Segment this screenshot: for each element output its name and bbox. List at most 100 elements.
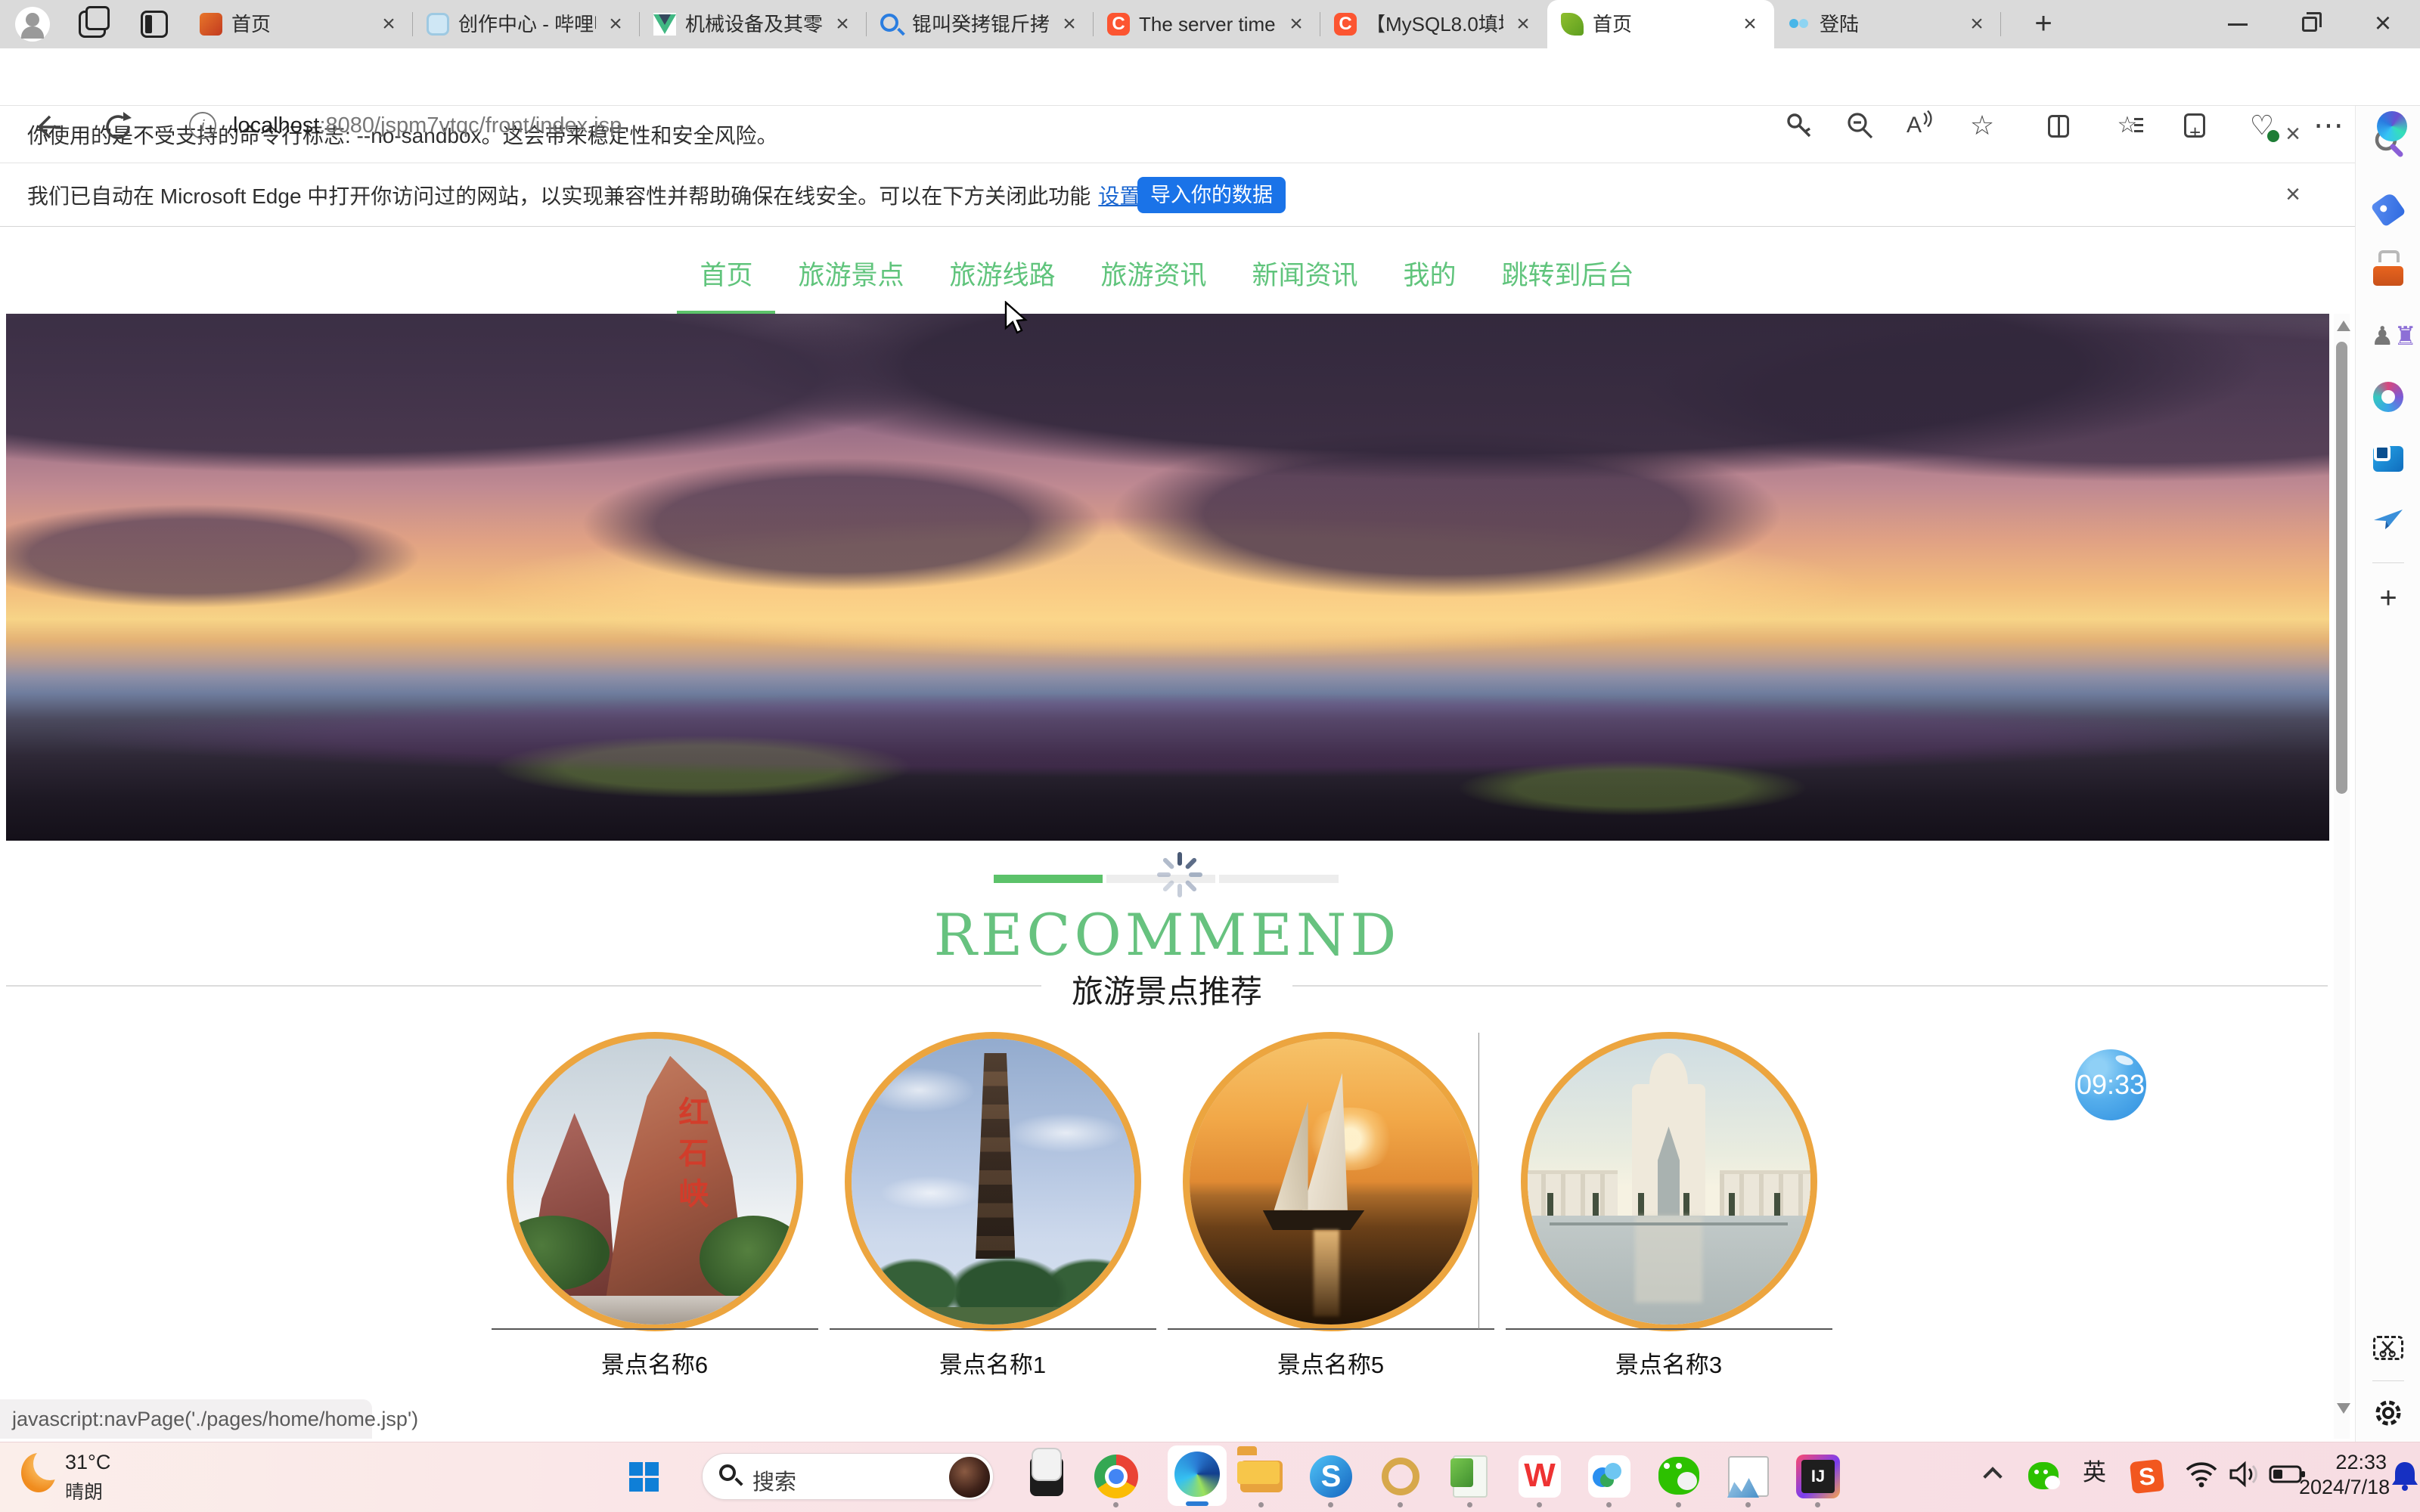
wifi-icon[interactable] (2184, 1459, 2219, 1493)
settings-link[interactable]: 设置 (1098, 184, 1140, 208)
taskbar-app-file-explorer[interactable] (1237, 1452, 1286, 1501)
tray-wechat-icon[interactable] (2028, 1462, 2059, 1489)
tray-clock[interactable]: 22:33 2024/7/18 (2299, 1450, 2387, 1500)
scrollbar-thumb[interactable] (2336, 342, 2347, 794)
spot-photo-palace[interactable] (1521, 1032, 1817, 1331)
tab-close-icon[interactable]: × (375, 11, 402, 38)
ime-indicator[interactable]: 英 (2083, 1456, 2106, 1489)
more-menu-icon[interactable]: ⋯ (2311, 109, 2346, 144)
copilot-icon[interactable] (2375, 109, 2409, 144)
profile-avatar[interactable] (15, 7, 50, 42)
taskbar-app-s-browser[interactable]: S (1307, 1452, 1355, 1501)
minimize-button[interactable] (2202, 0, 2273, 48)
weather-condition[interactable]: 晴朗 (65, 1477, 103, 1504)
tab-close-icon[interactable]: × (1283, 11, 1310, 38)
spot-card[interactable]: 景点名称5 (1162, 1030, 1500, 1377)
favorite-star-icon[interactable]: ☆ (1965, 109, 2000, 144)
tab-machinery[interactable]: 机械设备及其零 × (640, 0, 867, 48)
back-icon[interactable] (30, 110, 64, 144)
split-screen-icon[interactable] (2042, 109, 2077, 144)
tab-home-1[interactable]: 首页 × (186, 0, 413, 48)
tab-server-time[interactable]: C The server time z × (1094, 0, 1320, 48)
carousel-indicator-active[interactable] (994, 875, 1103, 883)
scroll-up-arrow[interactable] (2337, 321, 2350, 331)
taskbar-app-chart-tool[interactable] (1724, 1452, 1773, 1501)
screenshot-icon[interactable] (2371, 1331, 2406, 1365)
toolbox-icon[interactable] (2371, 257, 2406, 292)
close-button[interactable]: × (2347, 0, 2418, 48)
shopping-icon[interactable] (2371, 192, 2406, 227)
carousel-indicator[interactable] (1219, 875, 1339, 883)
link-status-tooltip: javascript:navPage('./pages/home/home.js… (0, 1399, 372, 1439)
maximize-button[interactable] (2275, 0, 2346, 48)
read-aloud-icon[interactable]: A (1903, 109, 1938, 144)
nav-item-home[interactable]: 首页 (677, 243, 775, 318)
tab-label: 首页 (231, 13, 369, 36)
weather-temp[interactable]: 31°C (65, 1451, 110, 1474)
taskbar-app-intellij-idea[interactable]: IJ (1794, 1452, 1842, 1501)
taskbar-app-cloud-drive[interactable] (1585, 1452, 1634, 1501)
address-bar[interactable]: localhost:8080/jspm7vtqc/front/index.jsp (233, 113, 622, 138)
settings-gear-icon[interactable] (2371, 1396, 2406, 1430)
recording-timer-bubble[interactable]: 09:33 (2075, 1049, 2146, 1120)
tab-login[interactable]: 登陆 × (1774, 0, 2001, 48)
taskbar-app-navicat[interactable] (1376, 1452, 1425, 1501)
drop-icon[interactable] (2371, 500, 2406, 535)
taskbar-app-notepad-plus[interactable] (1446, 1452, 1494, 1501)
weather-icon[interactable] (21, 1453, 56, 1492)
taskbar-app-task-view[interactable] (1022, 1452, 1071, 1501)
password-key-icon[interactable] (1782, 109, 1817, 144)
nav-item-mine[interactable]: 我的 (1381, 243, 1479, 318)
outlook-icon[interactable] (2371, 442, 2406, 476)
add-tab-collection-icon[interactable] (2178, 109, 2213, 144)
nav-item-news[interactable]: 新闻资讯 (1230, 243, 1381, 318)
taskbar-app-chrome[interactable] (1092, 1452, 1140, 1501)
start-button[interactable] (629, 1462, 659, 1492)
import-data-button[interactable]: 导入你的数据 (1137, 177, 1286, 213)
games-icon[interactable]: ♟♜ (2371, 319, 2406, 354)
site-info-icon[interactable]: i (189, 112, 216, 139)
tray-chevron-icon[interactable] (1986, 1470, 2000, 1483)
refresh-icon[interactable] (101, 110, 135, 144)
tab-close-icon[interactable]: × (829, 11, 856, 38)
sidebar-add-icon[interactable]: + (2371, 581, 2406, 615)
tab-garbled[interactable]: 锟叫癸拷锟斤拷 × (867, 0, 1094, 48)
spot-card[interactable]: 景点名称1 (824, 1030, 1162, 1377)
spot-card[interactable]: 景点名称3 (1500, 1030, 1838, 1377)
tab-home-active[interactable]: 首页 × (1547, 0, 1774, 48)
taskbar-search[interactable]: 搜索 (702, 1453, 994, 1500)
workspaces-icon[interactable] (79, 11, 106, 38)
close-icon[interactable]: × (2276, 118, 2310, 151)
tab-bilibili[interactable]: 创作中心 - 哔哩哔 × (413, 0, 640, 48)
spot-photo-red-rocks[interactable]: 红石峡 (507, 1032, 803, 1331)
browser-essentials-icon[interactable]: ♡ (2245, 109, 2279, 144)
spot-photo-totem[interactable] (845, 1032, 1141, 1331)
tab-close-icon[interactable]: × (1736, 11, 1764, 38)
taskbar-app-edge-active[interactable] (1168, 1445, 1227, 1506)
nav-item-travel-news[interactable]: 旅游资讯 (1078, 243, 1229, 318)
vertical-tabs-icon[interactable] (141, 11, 168, 38)
spot-photo-sailboat[interactable] (1183, 1032, 1479, 1331)
tab-close-icon[interactable]: × (602, 11, 629, 38)
tab-close-icon[interactable]: × (1509, 11, 1537, 38)
tab-mysql[interactable]: C 【MySQL8.0填坑 × (1320, 0, 1547, 48)
tab-close-icon[interactable]: × (1963, 11, 1990, 38)
microsoft-365-icon[interactable] (2371, 380, 2406, 414)
close-icon[interactable]: × (2276, 178, 2310, 212)
notification-bell-icon[interactable] (2390, 1459, 2420, 1496)
nav-item-spots[interactable]: 旅游景点 (775, 243, 926, 318)
zoom-out-icon[interactable] (1842, 109, 1877, 144)
nav-item-backend[interactable]: 跳转到后台 (1479, 243, 1657, 318)
scroll-down-arrow[interactable] (2337, 1403, 2350, 1414)
volume-icon[interactable] (2226, 1459, 2261, 1493)
favorites-list-icon[interactable]: ☆ (2110, 109, 2145, 144)
divider (830, 1328, 1156, 1330)
search-highlight-image[interactable] (949, 1457, 990, 1498)
taskbar-app-wechat[interactable] (1655, 1452, 1703, 1501)
taskbar-app-wps[interactable]: W (1516, 1452, 1564, 1501)
divider (2372, 1380, 2404, 1381)
spot-card[interactable]: 红石峡 景点名称6 (486, 1030, 824, 1377)
tab-close-icon[interactable]: × (1056, 11, 1083, 38)
new-tab-button[interactable]: + (2025, 6, 2062, 42)
tray-snip-icon[interactable]: S (2131, 1461, 2163, 1492)
